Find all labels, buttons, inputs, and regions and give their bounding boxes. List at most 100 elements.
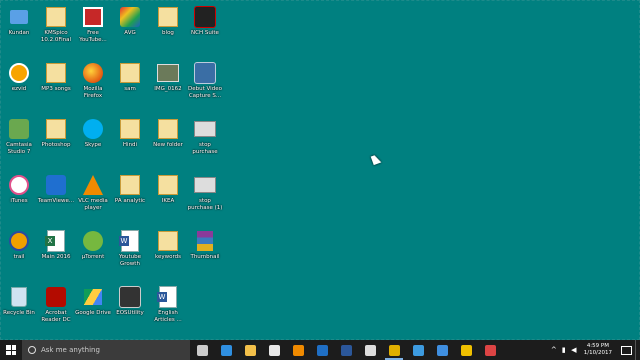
clock[interactable]: 4:59 PM 1/10/2017 — [579, 343, 617, 357]
cortana-search-box[interactable]: Ask me anything — [22, 340, 190, 360]
desktop-icon-free-youtube[interactable]: Free YouTube... — [74, 6, 112, 44]
desktop-icon-new-folder[interactable]: New folder — [149, 118, 187, 149]
taskbar-app[interactable] — [430, 340, 454, 360]
desktop-icon-keywords[interactable]: keywords — [149, 230, 187, 261]
taskbar-app[interactable] — [478, 340, 502, 360]
edge-icon — [220, 344, 232, 356]
desktop-icon-recycle-bin[interactable]: Recycle Bin — [0, 286, 38, 317]
file-explorer-icon — [244, 344, 256, 356]
start-button[interactable] — [0, 340, 22, 360]
taskbar-app[interactable] — [406, 340, 430, 360]
desktop-icon-main-2016[interactable]: Main 2016 — [37, 230, 75, 261]
windows-logo-icon — [6, 345, 16, 355]
show-desktop-button[interactable] — [635, 340, 640, 360]
taskbar-app[interactable] — [214, 340, 238, 360]
taskbar-app[interactable] — [286, 340, 310, 360]
desktop-icon-photoshop[interactable]: Photoshop — [37, 118, 75, 149]
action-center-icon[interactable] — [617, 340, 635, 360]
desktop-icon-trail[interactable]: trail — [0, 230, 38, 261]
folder-icon — [119, 62, 141, 84]
taskbar-apps — [190, 340, 502, 360]
recycle-bin-icon — [8, 286, 30, 308]
folder-icon — [119, 174, 141, 196]
folder-icon — [157, 118, 179, 140]
mouse-cursor-icon — [370, 153, 382, 166]
tray-chevron-icon[interactable]: ^ — [549, 340, 559, 360]
desktop-icon-kundan[interactable]: Kundan — [0, 6, 38, 37]
desktop-icon-acrobat[interactable]: Acrobat Reader DC — [37, 286, 75, 324]
desktop[interactable]: Kundan ezvid Camtasia Studio 7 iTunes tr… — [0, 0, 640, 340]
folder-icon — [45, 62, 67, 84]
nch-suite-icon — [194, 6, 216, 28]
ezvid-icon — [8, 62, 30, 84]
folder-icon — [45, 6, 67, 28]
taskbar-app[interactable] — [238, 340, 262, 360]
desktop-icon-utorrent[interactable]: µTorrent — [74, 230, 112, 261]
desktop-icon-ezvid[interactable]: ezvid — [0, 62, 38, 93]
desktop-icon-stop-purchase-1[interactable]: stop purchase (1) — [186, 174, 224, 212]
excel-file-icon — [45, 230, 67, 252]
desktop-icon-img-0162[interactable]: IMG_0162 — [149, 62, 187, 93]
desktop-icon-camtasia[interactable]: Camtasia Studio 7 — [0, 118, 38, 156]
desktop-icon-stop-purchase[interactable]: stop purchase — [186, 118, 224, 156]
taskbar-app[interactable] — [382, 340, 406, 360]
camtasia-icon — [8, 118, 30, 140]
desktop-icon-avg[interactable]: AVG — [111, 6, 149, 37]
desktop-icon-ikea[interactable]: IKEA — [149, 174, 187, 205]
desktop-icon-kmspico[interactable]: KMSpico 10.2.0Final — [37, 6, 75, 44]
cortana-icon — [28, 346, 36, 354]
desktop-icon-itunes[interactable]: iTunes — [0, 174, 38, 205]
desktop-icon-youtube-growth[interactable]: Youtube Growth — [111, 230, 149, 268]
word-file-icon — [119, 230, 141, 252]
desktop-icon-sam[interactable]: sam — [111, 62, 149, 93]
teamviewer-icon — [45, 174, 67, 196]
desktop-icon-blog[interactable]: blog — [149, 6, 187, 37]
desktop-icon-firefox[interactable]: Mozilla Firefox — [74, 62, 112, 100]
folder-icon — [157, 174, 179, 196]
task-view-icon — [196, 344, 208, 356]
system-tray: ^ ▮ ◀ 4:59 PM 1/10/2017 — [549, 340, 640, 360]
taskbar-app[interactable] — [334, 340, 358, 360]
firefox-icon — [82, 62, 104, 84]
desktop-icon-mp3-songs[interactable]: MP3 songs — [37, 62, 75, 93]
avg-icon — [119, 6, 141, 28]
desktop-icon-eos-utility[interactable]: EOSUtility — [111, 286, 149, 317]
teamviewer-icon — [436, 344, 448, 356]
volume-icon[interactable]: ◀ — [569, 340, 579, 360]
search-placeholder: Ask me anything — [41, 346, 100, 354]
desktop-icon-skype[interactable]: Skype — [74, 118, 112, 149]
desktop-icon-hindi[interactable]: Hindi — [111, 118, 149, 149]
taskbar-app[interactable] — [262, 340, 286, 360]
image-file-icon — [157, 62, 179, 84]
desktop-icon-teamviewer[interactable]: TeamViewe... — [37, 174, 75, 205]
winrar-icon — [194, 230, 216, 252]
calculator-icon — [364, 344, 376, 356]
desktop-icon-thumbnail[interactable]: Thumbnail — [186, 230, 224, 261]
free-youtube-icon — [82, 6, 104, 28]
eos-utility-icon — [119, 286, 141, 308]
vlc-icon — [292, 344, 304, 356]
taskbar-app[interactable] — [454, 340, 478, 360]
taskbar-app[interactable] — [358, 340, 382, 360]
network-icon[interactable]: ▮ — [559, 340, 569, 360]
taskbar-app[interactable] — [310, 340, 334, 360]
clock-date: 1/10/2017 — [583, 350, 612, 356]
snipping-tool-icon — [484, 344, 496, 356]
folder-icon — [157, 230, 179, 252]
image-file-icon — [194, 118, 216, 140]
folder-icon — [45, 118, 67, 140]
audacity-icon — [8, 230, 30, 252]
taskbar: Ask me anything ^ ▮ ◀ 4:59 PM 1/10/2017 — [0, 340, 640, 360]
desktop-icon-nch-suite[interactable]: NCH Suite — [186, 6, 224, 37]
desktop-icon-vlc[interactable]: VLC media player — [74, 174, 112, 212]
desktop-icon-google-drive[interactable]: Google Drive — [74, 286, 112, 317]
desktop-icon-english-articles[interactable]: English Articles ... — [149, 286, 187, 324]
google-drive-icon — [82, 286, 104, 308]
desktop-icon-debut-video[interactable]: Debut Video Capture S... — [186, 62, 224, 100]
itunes-icon — [8, 174, 30, 196]
taskbar-app[interactable] — [190, 340, 214, 360]
skype-icon — [82, 118, 104, 140]
chrome-icon — [388, 344, 400, 356]
desktop-icon-pa-analytic[interactable]: PA analytic — [111, 174, 149, 205]
debut-video-icon — [194, 62, 216, 84]
